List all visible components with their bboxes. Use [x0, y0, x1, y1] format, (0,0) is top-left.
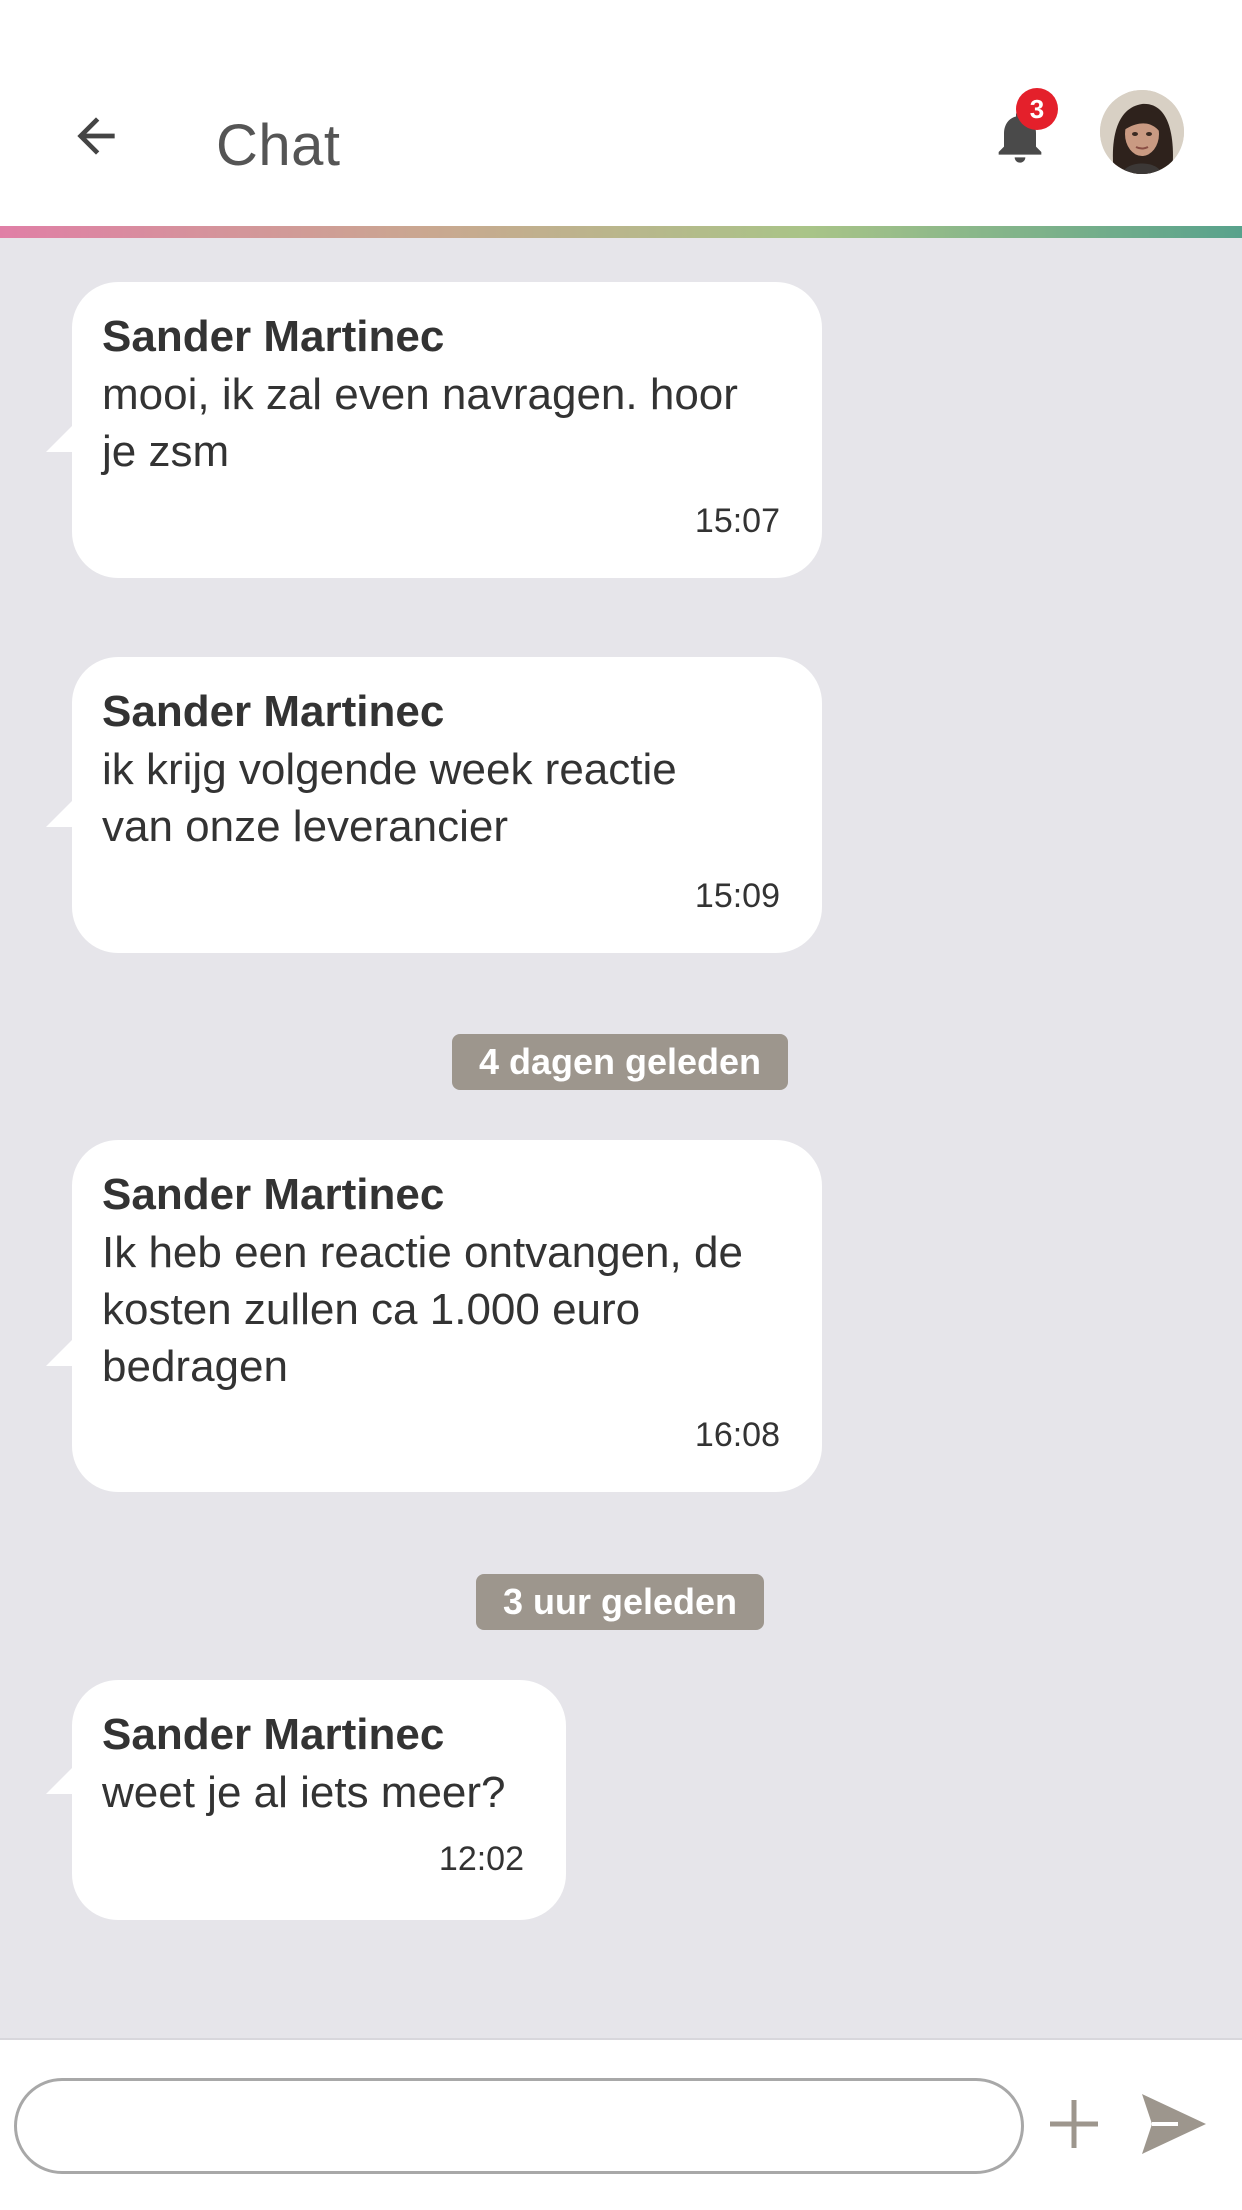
- message-text-line: van onze leverancier: [102, 802, 509, 851]
- message-text-line: je zsm: [102, 427, 230, 476]
- message-bubble: Sander Martinec Ik heb een reactie ontva…: [46, 1140, 822, 1492]
- message-list[interactable]: Sander Martinec mooi, ik zal even navrag…: [0, 238, 1242, 2038]
- message-time: 16:08: [694, 1416, 780, 1454]
- message-text-line: bedragen: [102, 1342, 288, 1391]
- message-composer: [0, 2038, 1242, 2210]
- message-bubble: Sander Martinec ik krijg volgende week r…: [46, 657, 822, 953]
- message-time: 12:02: [438, 1840, 524, 1878]
- notification-badge: 3: [1016, 88, 1058, 130]
- page-title: Chat: [216, 113, 341, 178]
- message-sender: Sander Martinec: [102, 687, 445, 736]
- header-gradient-divider: [0, 226, 1242, 238]
- message-sender: Sander Martinec: [102, 312, 445, 361]
- add-attachment-button[interactable]: [1046, 2096, 1102, 2152]
- message-text-line: weet je al iets meer?: [102, 1768, 506, 1817]
- message-text-line: ik krijg volgende week reactie: [102, 745, 677, 794]
- app-header: Chat 3: [0, 0, 1242, 226]
- back-button[interactable]: [60, 100, 132, 172]
- send-icon: [1142, 2094, 1206, 2154]
- message-text-line: Ik heb een reactie ontvangen, de: [102, 1228, 743, 1277]
- plus-icon: [1050, 2100, 1098, 2148]
- user-avatar[interactable]: [1100, 90, 1184, 174]
- message-input[interactable]: [14, 2078, 1024, 2174]
- message-time: 15:09: [694, 877, 780, 915]
- message-text-line: kosten zullen ca 1.000 euro: [102, 1285, 641, 1334]
- date-separator: 4 dagen geleden: [452, 1034, 788, 1090]
- message-bubble: Sander Martinec weet je al iets meer? 12…: [46, 1680, 566, 1920]
- message-bubble: Sander Martinec mooi, ik zal even navrag…: [46, 282, 822, 578]
- date-separator: 3 uur geleden: [476, 1574, 764, 1630]
- back-arrow-icon: [77, 117, 115, 155]
- message-sender: Sander Martinec: [102, 1170, 445, 1219]
- avatar-image: [1100, 90, 1184, 174]
- message-sender: Sander Martinec: [102, 1710, 445, 1759]
- send-button[interactable]: [1138, 2090, 1210, 2158]
- message-time: 15:07: [694, 502, 780, 540]
- message-text-line: mooi, ik zal even navragen. hoor: [102, 370, 738, 419]
